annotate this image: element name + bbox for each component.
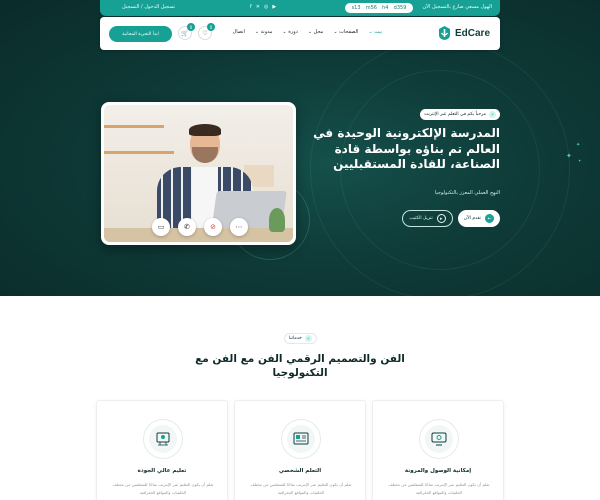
facebook-icon[interactable]: f (250, 4, 252, 10)
sparkle-icon: ✦ (566, 152, 572, 160)
nav-icons: 🛒 0 ♡ 0 (178, 23, 215, 40)
hero-image-card: ▭ ✆ ⊘ ⋯ (101, 102, 296, 245)
countdown-days: d359 (393, 5, 407, 11)
nav-menu: بيت ⌄ الصفحات ⌄ محل ⌄ دورة ⌄ مدونة ⌄ اتص… (233, 29, 382, 35)
personal-learning-icon (281, 419, 321, 459)
wishlist-count-badge: 0 (207, 23, 215, 31)
service-card-title: تعليم عالي الجودة (137, 468, 187, 474)
mute-button[interactable]: ⊘ (204, 218, 222, 236)
cart-icon: 🛒 (181, 29, 189, 37)
youtube-icon[interactable]: ▶ (272, 4, 276, 10)
service-card[interactable]: تعليم عالي الجودة تعلم أن يكون التعليم ع… (96, 400, 228, 500)
services-tag-text: خدماتنا (289, 336, 302, 341)
sparkle-icon: ✦ (578, 158, 582, 163)
more-options-button[interactable]: ⋯ (230, 218, 248, 236)
video-call-controls: ▭ ✆ ⊘ ⋯ (152, 218, 248, 236)
nav-item-home[interactable]: بيت ⌄ (368, 29, 382, 35)
nav-item-label: اتصال (232, 29, 245, 35)
hero-buttons: ← تقدم الآن ▸ تنزيل الكتيب (402, 210, 500, 227)
camera-button[interactable]: ▭ (152, 218, 170, 236)
shelf (104, 151, 174, 154)
plant (269, 208, 285, 232)
free-trial-button[interactable]: ابدأ التجربة المجانية (109, 26, 172, 42)
bolt-icon: ⚡ (489, 111, 496, 118)
nav-item-blog[interactable]: مدونة ⌄ (255, 29, 273, 35)
quality-education-icon (143, 419, 183, 459)
nav-item-label: الصفحات (339, 29, 359, 35)
sparkle-icon: ✦ (576, 142, 581, 148)
services-tag: ⚡ خدماتنا (284, 333, 317, 344)
nav-item-contact[interactable]: اتصال (233, 29, 245, 35)
countdown-seconds: s13 (351, 5, 361, 11)
service-card-title: إمكانية الوصول والمرونة (404, 468, 472, 474)
download-brochure-button[interactable]: ▸ تنزيل الكتيب (402, 210, 453, 227)
hero-subtitle: النهج العملي المعزز بالتكنولوجيا (434, 190, 500, 196)
nav-item-label: دورة (288, 29, 298, 35)
mic-off-icon: ⊘ (210, 223, 216, 231)
hero-tag: ⚡ مرحباً بكم في التعلم عبر الإنترنت (420, 109, 500, 120)
accessibility-icon (419, 419, 459, 459)
more-icon: ⋯ (235, 223, 243, 231)
person-beard (192, 147, 218, 163)
person-hair (189, 124, 221, 136)
x-icon[interactable]: ✕ (256, 4, 260, 10)
countdown-minutes: m56 (365, 5, 377, 11)
nav-item-label: مدونة (260, 29, 273, 35)
apply-now-label: تقدم الآن (463, 216, 481, 221)
service-card[interactable]: التعلم الشخصي تعلم أن يكون التعليم عبر ا… (234, 400, 366, 500)
wishlist-button[interactable]: ♡ 0 (198, 23, 215, 40)
nav-item-label: بيت (374, 29, 382, 35)
hero-photo: ▭ ✆ ⊘ ⋯ (104, 105, 293, 242)
main-navbar: EdCare بيت ⌄ الصفحات ⌄ محل ⌄ دورة ⌄ مدون… (100, 17, 500, 50)
nav-item-shop[interactable]: محل ⌄ (308, 29, 323, 35)
cart-button[interactable]: 🛒 0 (178, 23, 195, 40)
arrow-icon: ← (485, 214, 494, 223)
download-brochure-label: تنزيل الكتيب (409, 216, 433, 221)
service-card-text: تعلم أن يكون التعليم عبر الإنترنت متاحًا… (112, 482, 214, 495)
service-card[interactable]: إمكانية الوصول والمرونة تعلم أن يكون الت… (372, 400, 504, 500)
heart-icon: ♡ (202, 29, 208, 37)
promo-text: الهول مسعي صارع بالتسجيل الآن (422, 4, 492, 10)
play-icon: ▸ (436, 214, 446, 223)
page: ✦ ✦ ✦ الهول مسعي صارع بالتسجيل الآن s13 … (0, 0, 600, 500)
service-card-text: تعلم أن يكون التعليم عبر الإنترنت متاحًا… (250, 482, 352, 495)
nav-item-pages[interactable]: الصفحات ⌄ (333, 29, 358, 35)
service-card-text: تعلم أن يكون التعليم عبر الإنترنت متاحًا… (388, 482, 490, 495)
apply-now-button[interactable]: ← تقدم الآن (457, 210, 500, 227)
hero-tag-text: مرحباً بكم في التعلم عبر الإنترنت (424, 112, 486, 117)
nav-item-label: محل (313, 29, 324, 35)
countdown-timer: s13 m56 h4 d359 (345, 3, 413, 13)
bolt-icon: ⚡ (304, 335, 312, 342)
camera-icon: ▭ (157, 223, 165, 231)
cart-count-badge: 0 (187, 23, 195, 31)
social-links: f ✕ ◎ ▶ (250, 4, 276, 10)
shelf (104, 125, 164, 128)
top-bar: الهول مسعي صارع بالتسجيل الآن s13 m56 h4… (100, 0, 500, 16)
login-register-link[interactable]: تسجيل الدخول / التسجيل (122, 4, 175, 10)
services-title: الفن والتصميم الرقمي الفن مع الفن مع الت… (195, 353, 405, 379)
nav-item-course[interactable]: دورة ⌄ (282, 29, 297, 35)
phone-icon: ✆ (184, 223, 190, 231)
service-card-title: التعلم الشخصي (278, 468, 322, 474)
logo-text: EdCare (454, 27, 490, 39)
countdown-hours: h4 (382, 5, 389, 11)
hero-title: المدرسة الإلكترونية الوحيدة في العالم تم… (313, 126, 500, 171)
logo[interactable]: EdCare (437, 25, 490, 41)
logo-icon (437, 25, 452, 41)
phone-button[interactable]: ✆ (178, 218, 196, 236)
instagram-icon[interactable]: ◎ (264, 4, 268, 10)
